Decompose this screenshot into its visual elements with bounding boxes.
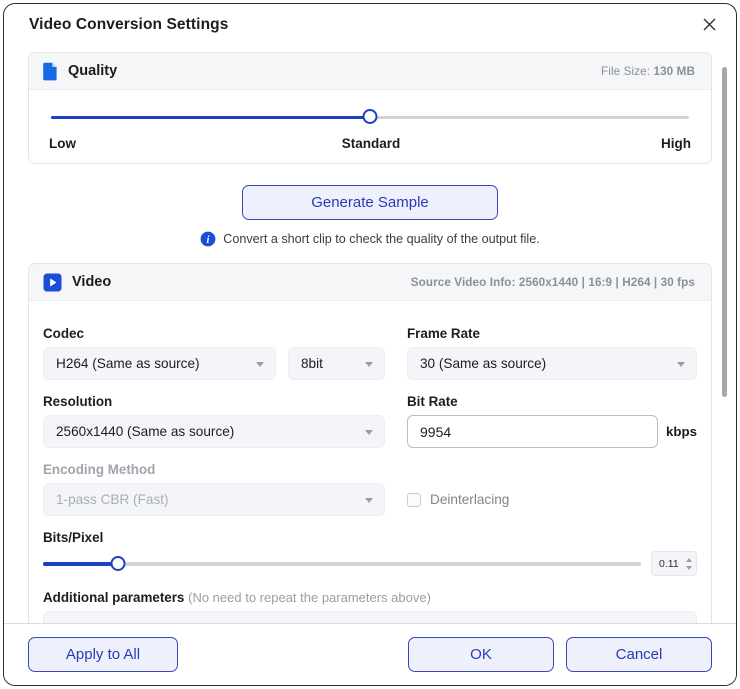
generate-sample-section: Generate Sample i Convert a short clip t… bbox=[28, 164, 712, 259]
generate-sample-note-text: Convert a short clip to check the qualit… bbox=[223, 232, 540, 246]
bits-pixel-slider-fill bbox=[43, 561, 118, 566]
bit-rate-input[interactable] bbox=[407, 415, 658, 448]
resolution-select[interactable]: 2560x1440 (Same as source) bbox=[43, 415, 385, 448]
quality-card: Quality File Size: 130 MB Low Standard H… bbox=[28, 52, 712, 164]
deinterlacing-label: Deinterlacing bbox=[430, 492, 510, 507]
frame-rate-select[interactable]: 30 (Same as source) bbox=[407, 347, 697, 380]
bits-pixel-stepper[interactable]: 0.11 bbox=[651, 551, 697, 576]
bits-pixel-slider[interactable] bbox=[43, 555, 641, 573]
generate-sample-note: i Convert a short clip to check the qual… bbox=[200, 231, 540, 247]
bit-depth-select-value: 8bit bbox=[301, 356, 323, 371]
quality-card-body: Low Standard High bbox=[29, 90, 711, 163]
chevron-down-icon bbox=[677, 361, 685, 367]
codec-field: Codec H264 (Same as source) 8bit bbox=[43, 326, 385, 380]
info-icon: i bbox=[200, 231, 216, 247]
additional-parameters-label-text: Additional parameters bbox=[43, 590, 185, 605]
ok-button[interactable]: OK bbox=[408, 637, 554, 672]
codec-select-value: H264 (Same as source) bbox=[56, 356, 200, 371]
file-size-label: File Size: bbox=[601, 64, 651, 78]
quality-label-standard: Standard bbox=[341, 136, 401, 151]
bit-rate-unit: kbps bbox=[665, 424, 697, 439]
codec-label: Codec bbox=[43, 326, 84, 341]
settings-scrollbar-thumb[interactable] bbox=[722, 67, 727, 397]
chevron-up-icon[interactable] bbox=[686, 557, 692, 562]
source-video-info: Source Video Info: 2560x1440 | 16:9 | H2… bbox=[410, 275, 695, 289]
generate-sample-button[interactable]: Generate Sample bbox=[242, 185, 498, 220]
video-row-encoding-deinterlacing: Encoding Method 1-pass CBR (Fast) . Dein… bbox=[43, 462, 697, 516]
chevron-down-icon[interactable] bbox=[686, 565, 692, 570]
play-icon bbox=[43, 273, 62, 292]
bits-pixel-slider-track bbox=[43, 561, 641, 566]
cancel-button[interactable]: Cancel bbox=[566, 637, 712, 672]
settings-scrollbar[interactable] bbox=[721, 57, 728, 615]
additional-parameters-input[interactable] bbox=[43, 611, 697, 623]
resolution-label: Resolution bbox=[43, 394, 113, 409]
additional-parameters-field: Additional parameters (No need to repeat… bbox=[43, 590, 697, 623]
bits-pixel-label: Bits/Pixel bbox=[43, 530, 104, 545]
frame-rate-field: Frame Rate 30 (Same as source) bbox=[407, 326, 697, 380]
encoding-method-label: Encoding Method bbox=[43, 462, 156, 477]
video-row-resolution-bitrate: Resolution 2560x1440 (Same as source) Bi… bbox=[43, 394, 697, 448]
encoding-method-select-value: 1-pass CBR (Fast) bbox=[56, 492, 169, 507]
deinterlacing-field: . Deinterlacing bbox=[407, 462, 697, 516]
dialog-titlebar: Video Conversion Settings bbox=[4, 4, 736, 45]
chevron-down-icon bbox=[365, 497, 373, 503]
video-conversion-settings-dialog: Video Conversion Settings Quality File S… bbox=[3, 3, 737, 686]
file-size-value: 130 MB bbox=[653, 64, 695, 78]
deinterlacing-checkbox-row[interactable]: Deinterlacing bbox=[407, 483, 697, 516]
dialog-footer: Apply to All OK Cancel bbox=[4, 623, 736, 685]
quality-slider-fill bbox=[51, 116, 370, 119]
bits-pixel-field: Bits/Pixel 0.11 bbox=[43, 530, 697, 576]
video-card: Video Source Video Info: 2560x1440 | 16:… bbox=[28, 263, 712, 623]
video-card-header: Video Source Video Info: 2560x1440 | 16:… bbox=[29, 264, 711, 301]
deinterlacing-checkbox[interactable] bbox=[407, 492, 421, 507]
quality-card-header: Quality File Size: 130 MB bbox=[29, 53, 711, 90]
additional-parameters-label: Additional parameters (No need to repeat… bbox=[43, 590, 697, 605]
quality-label-high: High bbox=[660, 136, 691, 151]
file-size-info: File Size: 130 MB bbox=[601, 65, 695, 78]
resolution-field: Resolution 2560x1440 (Same as source) bbox=[43, 394, 385, 448]
encoding-method-select: 1-pass CBR (Fast) bbox=[43, 483, 385, 516]
stepper-arrows bbox=[686, 552, 692, 575]
additional-parameters-note: (No need to repeat the parameters above) bbox=[188, 590, 431, 605]
quality-slider-labels: Low Standard High bbox=[49, 136, 691, 151]
frame-rate-label: Frame Rate bbox=[407, 326, 480, 341]
codec-select[interactable]: H264 (Same as source) bbox=[43, 347, 276, 380]
video-card-title: Video bbox=[72, 274, 112, 290]
video-card-body: Codec H264 (Same as source) 8bit Frame R… bbox=[29, 301, 711, 623]
encoding-method-field: Encoding Method 1-pass CBR (Fast) bbox=[43, 462, 385, 516]
close-icon[interactable] bbox=[696, 12, 722, 38]
bits-pixel-slider-thumb[interactable] bbox=[110, 556, 126, 571]
svg-text:i: i bbox=[207, 235, 210, 246]
quality-slider[interactable] bbox=[51, 106, 689, 128]
bits-pixel-value: 0.11 bbox=[659, 557, 679, 570]
bit-depth-select[interactable]: 8bit bbox=[288, 347, 385, 380]
quality-label-low: Low bbox=[49, 136, 76, 151]
quality-card-title: Quality bbox=[68, 63, 118, 79]
chevron-down-icon bbox=[256, 361, 264, 367]
bit-rate-field: Bit Rate kbps bbox=[407, 394, 697, 448]
chevron-down-icon bbox=[365, 429, 373, 435]
dialog-title: Video Conversion Settings bbox=[29, 15, 229, 33]
apply-to-all-button[interactable]: Apply to All bbox=[28, 637, 178, 672]
file-icon bbox=[43, 62, 58, 81]
quality-slider-thumb[interactable] bbox=[362, 109, 378, 124]
settings-scroll-area: Quality File Size: 130 MB Low Standard H… bbox=[4, 45, 736, 623]
frame-rate-select-value: 30 (Same as source) bbox=[420, 356, 547, 371]
resolution-select-value: 2560x1440 (Same as source) bbox=[56, 424, 235, 439]
video-row-codec-framerate: Codec H264 (Same as source) 8bit Frame R… bbox=[43, 326, 697, 380]
chevron-down-icon bbox=[365, 361, 373, 367]
bit-rate-label: Bit Rate bbox=[407, 394, 458, 409]
